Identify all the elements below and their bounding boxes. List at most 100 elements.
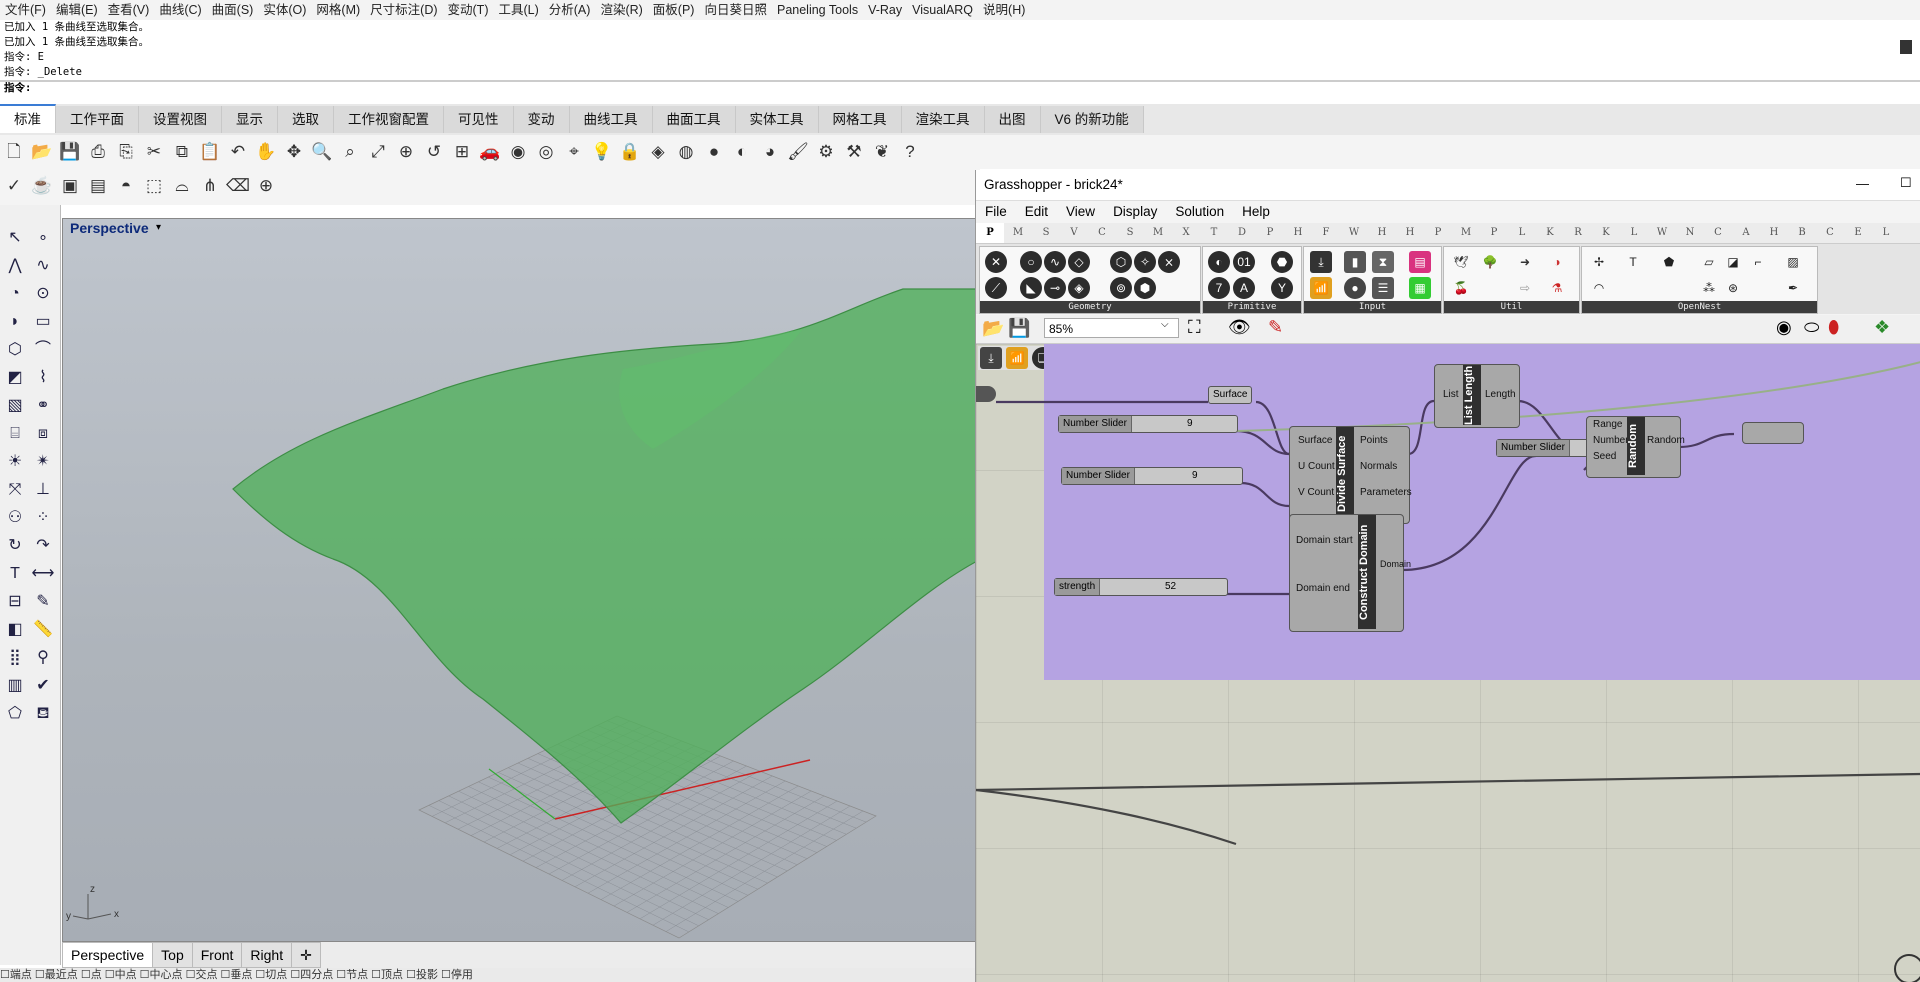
preview-shaded-icon[interactable]: ◉ — [1776, 317, 1792, 338]
toolbar-tab[interactable]: 出图 — [984, 106, 1041, 133]
export-icon[interactable]: ⎘ — [113, 139, 139, 165]
menu-item[interactable]: 面板(P) — [648, 0, 700, 20]
render-icon[interactable]: ◕ — [757, 139, 783, 165]
surface-param[interactable]: Surface — [1208, 386, 1253, 404]
gh-category-tab[interactable]: P — [1256, 223, 1284, 243]
gh-category-tab[interactable]: T — [1200, 223, 1228, 243]
cache-icon[interactable]: ⬢ — [1134, 277, 1156, 299]
gh-category-tab[interactable]: P — [1480, 223, 1508, 243]
grass-icon[interactable]: ⋔ — [197, 173, 223, 199]
input-port[interactable]: U Count — [1298, 461, 1335, 472]
teapot-icon[interactable]: ☕ — [29, 173, 55, 199]
menu-item[interactable]: 曲线(C) — [154, 0, 206, 20]
group-param-icon[interactable]: ✧ — [1134, 251, 1156, 273]
viewport-title[interactable]: Perspective — [70, 220, 149, 236]
fillet-icon[interactable]: ⌒ — [30, 337, 56, 363]
viewtab-perspective[interactable]: Perspective — [62, 942, 154, 968]
rectangle-icon[interactable]: ▭ — [30, 309, 56, 335]
tools-icon[interactable]: ⚒ — [841, 139, 867, 165]
dots-icon[interactable]: ⁘ — [30, 505, 56, 531]
toolbar-tab[interactable]: 曲面工具 — [652, 106, 736, 133]
edit-icon[interactable]: ✎ — [30, 589, 56, 615]
toolbar-tab[interactable]: 可见性 — [444, 106, 514, 133]
gh-category-tab[interactable]: H — [1760, 223, 1788, 243]
gh-menu-item[interactable]: View — [1057, 201, 1104, 223]
number-slider-v[interactable]: Number Slider 9 — [1061, 467, 1243, 485]
shader-param-icon[interactable]: Y — [1271, 277, 1293, 299]
fan-icon[interactable]: ✢ — [1588, 251, 1610, 273]
four-circles-icon[interactable]: ⁂ — [1698, 277, 1720, 299]
gh-category-tab[interactable]: R — [1564, 223, 1592, 243]
toolbar-tab[interactable]: 网格工具 — [818, 106, 902, 133]
cherry-icon[interactable]: 🍒 — [1450, 277, 1472, 299]
menu-item[interactable]: 文件(F) — [0, 0, 51, 20]
bake-icon[interactable]: ❖ — [1874, 317, 1890, 338]
boolean-icon[interactable]: ⚭ — [30, 393, 56, 419]
gh-category-tab[interactable]: P — [1424, 223, 1452, 243]
open-document-icon[interactable]: 📂 — [982, 318, 1004, 339]
sketch-pen-icon[interactable]: ✎ — [1268, 317, 1283, 338]
menu-item[interactable]: 分析(A) — [544, 0, 596, 20]
grasshopper-icon[interactable]: ❦ — [869, 139, 895, 165]
output-port[interactable]: Domain — [1380, 559, 1411, 569]
target-icon[interactable]: ◎ — [533, 139, 559, 165]
gh-category-tab[interactable]: W — [1340, 223, 1368, 243]
new-file-icon[interactable]: 🗋 — [1, 139, 27, 165]
gh-category-tab[interactable]: K — [1592, 223, 1620, 243]
menu-item[interactable]: 说明(H) — [978, 0, 1030, 20]
dimension-icon[interactable]: ⟷ — [30, 561, 56, 587]
gh-category-tab[interactable]: D — [1228, 223, 1256, 243]
array-icon[interactable]: ⣿ — [2, 645, 28, 671]
gh-category-tab[interactable]: H — [1284, 223, 1312, 243]
point-icon[interactable]: ∘ — [30, 225, 56, 251]
line-param-icon[interactable]: ⟋ — [985, 277, 1007, 299]
viewtab-top[interactable]: Top — [152, 942, 193, 968]
display-mode-icon[interactable]: ▣ — [57, 173, 83, 199]
move-icon[interactable]: ⤧ — [2, 477, 28, 503]
menu-item[interactable]: VisualARQ — [907, 0, 978, 20]
input-port[interactable]: Number — [1593, 435, 1629, 446]
toolbar-tab[interactable]: 变动 — [513, 106, 570, 133]
menu-item[interactable]: 向日葵日照 — [699, 0, 772, 20]
toolbar-tab[interactable]: V6 的新功能 — [1040, 106, 1144, 133]
gh-category-tab[interactable]: N — [1676, 223, 1704, 243]
parallelogram-icon[interactable]: ▱ — [1698, 251, 1720, 273]
input-port[interactable]: Range — [1593, 419, 1622, 430]
check-icon[interactable]: ✓ — [1, 173, 27, 199]
menu-item[interactable]: 曲面(S) — [207, 0, 259, 20]
block-icon[interactable]: ⊟ — [2, 589, 28, 615]
gh-canvas[interactable]: ⤓ 📶 ❏ ✕ Surface — [976, 344, 1920, 982]
gh-category-tab[interactable]: H — [1368, 223, 1396, 243]
brush-icon[interactable]: 🖌 — [785, 139, 811, 165]
bird-icon[interactable]: 🕊 — [1450, 251, 1472, 273]
explode-icon[interactable]: ✴ — [30, 449, 56, 475]
box-solid-icon[interactable]: ▧ — [2, 393, 28, 419]
gh-category-tab[interactable]: C — [1088, 223, 1116, 243]
help-icon[interactable]: ? — [897, 139, 923, 165]
color-wheel-icon[interactable]: ◍ — [673, 139, 699, 165]
gh-category-tab[interactable]: M — [1144, 223, 1172, 243]
loft-icon[interactable]: ⌇ — [30, 365, 56, 391]
checkmark-icon[interactable]: ✔ — [30, 673, 56, 699]
toolbar-tab[interactable]: 工作视窗配置 — [334, 106, 444, 133]
circle-icon[interactable]: ◔ — [2, 281, 28, 307]
divide-surface-component[interactable]: Surface U Count V Count Divide Surface P… — [1289, 426, 1412, 524]
integer-param-icon[interactable]: 01 — [1233, 251, 1255, 273]
zoom-dropdown[interactable]: 85% — [1044, 318, 1179, 338]
mesh-param-icon[interactable]: ⬡ — [1110, 251, 1132, 273]
settings-gear-icon[interactable]: ⚙ — [813, 139, 839, 165]
gh-category-tab[interactable]: C — [1816, 223, 1844, 243]
select-arrow-icon[interactable]: ↖ — [2, 225, 28, 251]
construct-domain-component[interactable]: Domain start Domain end Construct Domain… — [1289, 514, 1411, 632]
zoom-icon[interactable]: 🔍 — [309, 139, 335, 165]
arrow-right-icon[interactable]: ➜ — [1514, 251, 1536, 273]
gh-menu-item[interactable]: Edit — [1016, 201, 1057, 223]
circle-param-icon[interactable]: ○ — [1020, 251, 1042, 273]
zoom-window-icon[interactable]: ⌕ — [337, 139, 363, 165]
gh-category-tab[interactable]: C — [1704, 223, 1732, 243]
close-shape-icon[interactable]: ✕ — [985, 251, 1007, 273]
output-port[interactable]: Length — [1485, 389, 1516, 400]
input-port[interactable]: Seed — [1593, 451, 1616, 462]
input-port[interactable]: Surface — [1298, 435, 1332, 446]
menu-item[interactable]: Paneling Tools — [772, 0, 863, 20]
